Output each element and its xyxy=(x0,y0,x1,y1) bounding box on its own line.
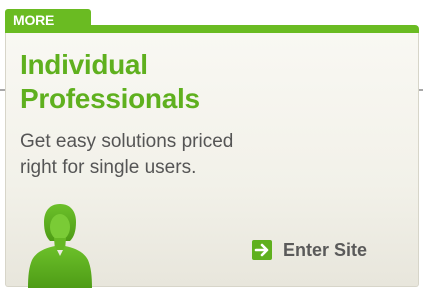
card-description-line-2: right for single users. xyxy=(20,157,197,178)
enter-site-link[interactable]: Enter Site xyxy=(252,238,367,262)
card-title-line-1: Individual xyxy=(20,49,148,80)
card-title-line-2: Professionals xyxy=(20,83,200,114)
arrow-right-icon xyxy=(252,240,272,260)
card-description-line-1: Get easy solutions priced xyxy=(20,131,234,152)
more-tab-label: MORE xyxy=(13,12,55,28)
card-title: Individual Professionals xyxy=(20,48,200,116)
person-silhouette-icon xyxy=(27,200,93,288)
enter-site-label: Enter Site xyxy=(283,239,368,260)
more-tab: MORE xyxy=(5,9,91,35)
card-description: Get easy solutions priced right for sing… xyxy=(20,129,233,181)
